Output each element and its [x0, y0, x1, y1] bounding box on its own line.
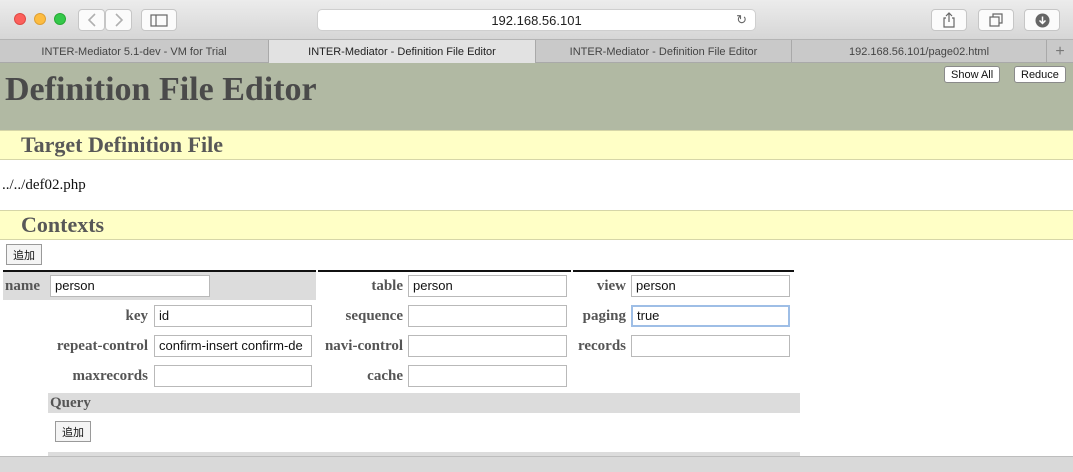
records-input[interactable]: [631, 335, 790, 357]
name-label: name: [5, 278, 40, 294]
sidebar-button[interactable]: [141, 9, 177, 31]
query-section-title: Query: [48, 393, 800, 413]
page-title: Definition File Editor: [5, 71, 317, 108]
tab-2[interactable]: INTER-Mediator - Definition File Editor: [269, 40, 536, 63]
maxrecords-input[interactable]: [154, 365, 312, 387]
maxrecords-label: maxrecords: [72, 368, 148, 384]
tab-label: INTER-Mediator - Definition File Editor: [569, 45, 758, 58]
download-icon: [1035, 13, 1049, 27]
sidebar-icon: [150, 13, 168, 27]
plus-icon: +: [1055, 42, 1065, 60]
address-text: 192.168.56.101: [491, 12, 582, 28]
tabs-overview-button[interactable]: [978, 9, 1014, 31]
table-label: table: [371, 278, 403, 294]
target-section-title: Target Definition File: [0, 130, 1073, 160]
forward-button[interactable]: [105, 9, 132, 31]
tab-4[interactable]: 192.168.56.101/page02.html: [792, 40, 1047, 63]
tab-3[interactable]: INTER-Mediator - Definition File Editor: [536, 40, 792, 63]
new-tab-button[interactable]: +: [1047, 40, 1073, 63]
chevron-right-icon: [114, 13, 123, 27]
navi-control-input[interactable]: [408, 335, 567, 357]
reduce-button[interactable]: Reduce: [1014, 66, 1066, 83]
page-content: Definition File Editor Show All Reduce T…: [0, 63, 1073, 472]
view-input[interactable]: person: [631, 275, 790, 297]
share-button[interactable]: [931, 9, 967, 31]
tab-label: 192.168.56.101/page02.html: [848, 45, 990, 58]
downloads-button[interactable]: [1024, 9, 1060, 31]
tab-bar: INTER-Mediator 5.1-dev - VM for Trial IN…: [0, 40, 1073, 63]
view-label: view: [596, 278, 626, 294]
records-label: records: [577, 338, 626, 354]
key-input[interactable]: id: [154, 305, 312, 327]
tab-label: INTER-Mediator - Definition File Editor: [308, 45, 496, 58]
back-button[interactable]: [78, 9, 105, 31]
tabs-icon: [989, 13, 1003, 27]
navi-control-label: navi-control: [324, 338, 403, 354]
share-icon: [943, 12, 955, 28]
tab-label: INTER-Mediator 5.1-dev - VM for Trial: [41, 45, 227, 58]
chevron-left-icon: [87, 13, 96, 27]
contexts-area: 追加 name person table person view person …: [0, 239, 1073, 472]
show-all-button[interactable]: Show All: [944, 66, 1001, 83]
sequence-input[interactable]: [408, 305, 567, 327]
key-label: key: [125, 308, 149, 324]
sequence-label: sequence: [345, 308, 404, 324]
cache-label: cache: [367, 368, 403, 384]
table-input[interactable]: person: [408, 275, 567, 297]
name-input[interactable]: person: [50, 275, 210, 297]
add-query-button[interactable]: 追加: [55, 421, 91, 442]
contexts-section-title: Contexts: [0, 210, 1073, 240]
minimize-window-button[interactable]: [34, 13, 46, 25]
cache-input[interactable]: [408, 365, 567, 387]
browser-toolbar: 192.168.56.101 ↻: [0, 0, 1073, 40]
zoom-window-button[interactable]: [54, 13, 66, 25]
paging-input[interactable]: true: [631, 305, 790, 327]
horizontal-scrollbar[interactable]: [0, 456, 1073, 472]
add-context-button[interactable]: 追加: [6, 244, 42, 265]
address-bar[interactable]: 192.168.56.101 ↻: [317, 9, 756, 31]
page-header: Definition File Editor Show All Reduce: [0, 63, 1073, 130]
paging-label: paging: [582, 308, 626, 324]
repeat-control-input[interactable]: confirm-insert confirm-de: [154, 335, 312, 357]
definition-file-path: ../../def02.php: [2, 177, 86, 193]
repeat-control-label: repeat-control: [56, 338, 148, 354]
divider: [318, 270, 571, 272]
divider: [573, 270, 794, 272]
close-window-button[interactable]: [14, 13, 26, 25]
reload-icon[interactable]: ↻: [736, 12, 747, 28]
tab-1[interactable]: INTER-Mediator 5.1-dev - VM for Trial: [0, 40, 269, 63]
